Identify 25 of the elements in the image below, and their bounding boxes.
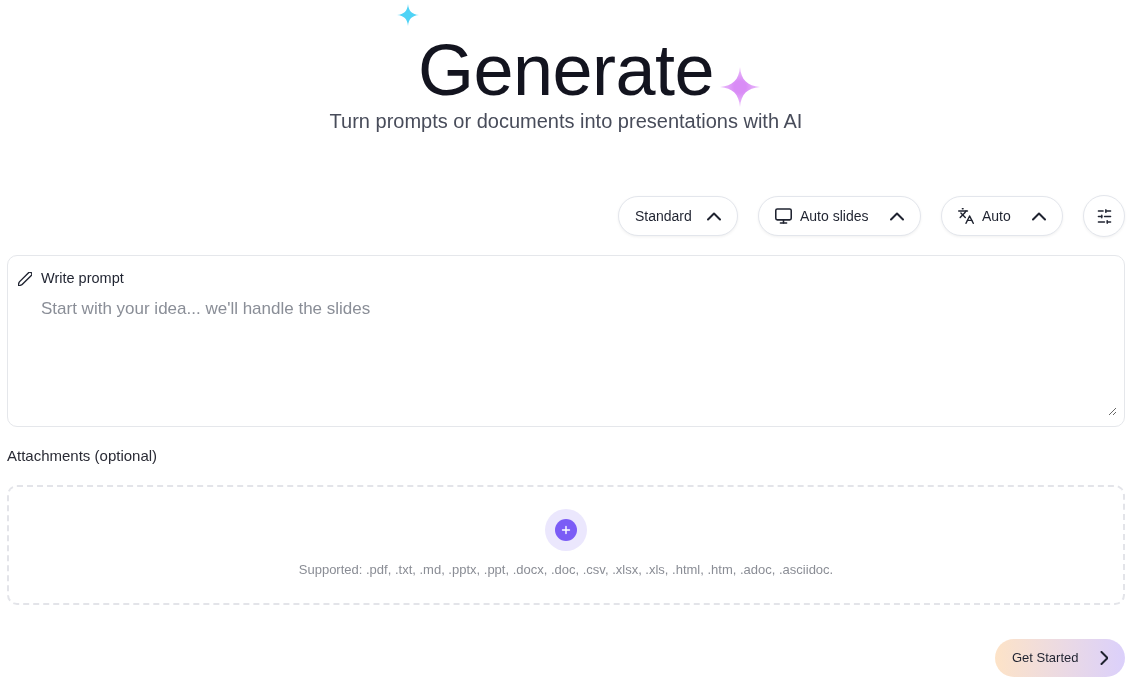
translate-icon bbox=[958, 208, 974, 224]
sparkle-icon bbox=[397, 4, 419, 26]
sparkle-icon bbox=[720, 67, 760, 107]
add-file-button[interactable] bbox=[545, 509, 587, 551]
chevron-up-icon bbox=[1032, 211, 1046, 221]
prompt-label: Write prompt bbox=[41, 269, 124, 289]
pencil-icon bbox=[18, 272, 32, 286]
settings-button[interactable] bbox=[1083, 195, 1125, 237]
plus-icon bbox=[555, 519, 577, 541]
page-subtitle: Turn prompts or documents into presentations with AI bbox=[329, 109, 803, 134]
supported-formats-text: Supported: .pdf, .txt, .md, .pptx, .ppt, .docx, .doc, .csv, .xlsx, .xls, .html, .htm, .adoc, .asciidoc. bbox=[298, 561, 834, 579]
dropdown-button[interactable]: Auto slides bbox=[758, 196, 921, 236]
chevron-right-icon bbox=[1100, 651, 1108, 665]
chevron-up-icon bbox=[890, 211, 904, 221]
monitor-icon bbox=[775, 208, 792, 224]
dropdown-button[interactable]: Standard bbox=[618, 196, 738, 236]
sliders-icon bbox=[1096, 208, 1112, 224]
prompt-box[interactable]: Write prompt Start with your idea... we'll handle the slides bbox=[7, 255, 1125, 427]
dropdown-button[interactable]: Auto bbox=[941, 196, 1063, 236]
page-title: Generate bbox=[417, 34, 715, 106]
attachments-label: Attachments (optional) bbox=[7, 446, 159, 466]
get-started-button[interactable]: Get Started bbox=[995, 639, 1125, 677]
dropzone[interactable]: Supported: .pdf, .txt, .md, .pptx, .ppt, .docx, .doc, .csv, .xlsx, .xls, .html, .htm, .adoc, .asciidoc. bbox=[7, 485, 1125, 605]
chevron-up-icon bbox=[707, 211, 721, 221]
prompt-field[interactable]: Start with your idea... we'll handle the slides bbox=[41, 297, 1117, 416]
